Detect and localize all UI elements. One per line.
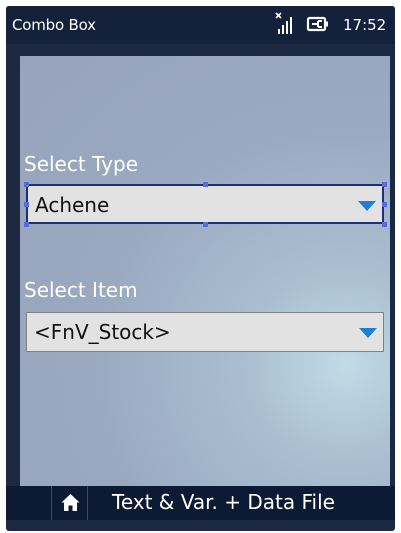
battery-charging-icon <box>306 16 328 32</box>
selection-handle[interactable] <box>382 202 387 207</box>
selection-handle[interactable] <box>382 182 387 187</box>
bottom-bar: Text & Var. + Data File <box>6 486 395 520</box>
home-icon <box>61 494 80 511</box>
dropdown-arrow-icon[interactable] <box>358 201 376 211</box>
clock: 17:52 <box>343 16 387 34</box>
status-bar: Combo Box 17:52 <box>6 6 395 44</box>
select-type-combobox[interactable]: Achene <box>26 184 384 224</box>
select-type-label: Select Type <box>24 152 138 176</box>
selection-handle[interactable] <box>24 202 29 207</box>
select-type-value: Achene <box>35 193 110 217</box>
home-button[interactable] <box>51 486 88 520</box>
select-item-combobox[interactable]: <FnV_Stock> <box>26 312 384 352</box>
dropdown-arrow-icon[interactable] <box>359 328 377 338</box>
screen-caption: Text & Var. + Data File <box>112 490 335 514</box>
selection-handle[interactable] <box>24 222 29 227</box>
selection-handle[interactable] <box>382 222 387 227</box>
no-signal-icon <box>275 12 292 34</box>
app-title: Combo Box <box>12 16 96 34</box>
selection-handle[interactable] <box>24 182 29 187</box>
selection-handle[interactable] <box>203 182 208 187</box>
form-area: Select Type Achene Select Item <FnV_Stoc… <box>20 56 390 486</box>
select-item-value: <FnV_Stock> <box>34 320 171 344</box>
selection-handle[interactable] <box>203 222 208 227</box>
select-item-label: Select Item <box>24 278 138 302</box>
device-window: Combo Box 17:52 Select Type Achene Selec… <box>6 6 395 531</box>
